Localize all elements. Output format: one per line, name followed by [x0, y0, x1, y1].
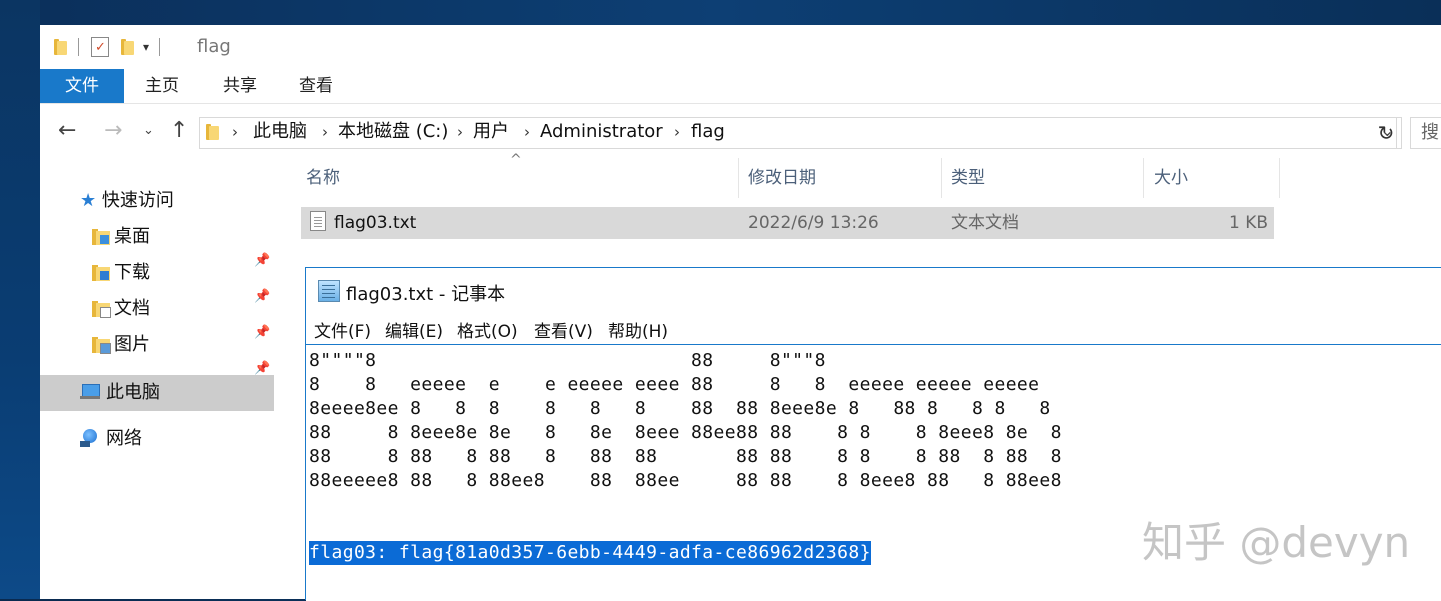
nav-network[interactable]: 网络	[80, 424, 142, 454]
ascii-art-line: 88 8 8eee8e 8e 8 8e 8eee 88ee88 88 8 8 8…	[309, 422, 1062, 443]
file-date: 2022/6/9 13:26	[748, 213, 879, 233]
menu-file[interactable]: 文件(F)	[314, 317, 371, 342]
menu-help[interactable]: 帮助(H)	[608, 317, 668, 342]
breadcrumb-this-pc[interactable]: 此电脑	[253, 121, 307, 143]
new-folder-icon[interactable]	[121, 38, 135, 56]
watermark: 知乎 @devyn	[1142, 518, 1411, 567]
search-input[interactable]: 搜	[1410, 117, 1441, 149]
breadcrumb-users[interactable]: 用户	[473, 121, 509, 143]
notepad-title: flag03.txt - 记事本	[346, 284, 506, 305]
breadcrumb-separator-icon[interactable]: ›	[232, 121, 238, 143]
flag-line-selected: flag03: flag{81a0d357-6ebb-4449-adfa-ce8…	[309, 541, 871, 565]
breadcrumb-flag[interactable]: flag	[691, 121, 725, 143]
ribbon-tabs: 文件 主页 共享 查看	[40, 69, 1441, 104]
folder-icon	[54, 38, 68, 56]
nav-quick-access[interactable]: ★ 快速访问	[80, 186, 174, 216]
breadcrumb-separator-icon[interactable]: ›	[322, 121, 328, 143]
column-divider[interactable]	[1279, 158, 1280, 198]
refresh-icon[interactable]: ↻	[1371, 117, 1402, 149]
file-size: 1 KB	[1228, 213, 1268, 233]
column-header-date[interactable]: 修改日期	[748, 158, 816, 198]
nav-item-downloads[interactable]: 下载	[92, 258, 150, 288]
column-header-name[interactable]: 名称	[306, 158, 340, 198]
file-row[interactable]: flag03.txt 2022/6/9 13:26 文本文档 1 KB	[301, 207, 1274, 239]
computer-icon	[80, 384, 100, 400]
breadcrumb-separator-icon[interactable]: ›	[457, 121, 463, 143]
column-header-size[interactable]: 大小	[1154, 158, 1188, 198]
desktop-background-left	[0, 0, 40, 599]
file-name: flag03.txt	[334, 213, 417, 233]
ascii-art-line: 88 8 88 8 88 8 88 88 88 88 8 8 8 88 8 88…	[309, 446, 1062, 467]
breadcrumb-separator-icon[interactable]: ›	[674, 121, 680, 143]
file-type: 文本文档	[951, 213, 1019, 233]
nav-label: 快速访问	[101, 190, 174, 211]
column-divider[interactable]	[941, 158, 942, 198]
breadcrumb-separator-icon[interactable]: ›	[524, 121, 530, 143]
navigation-bar: ← → ⌄ ↑ › 此电脑 › 本地磁盘 (C:) › 用户 › Adminis…	[40, 104, 1441, 158]
nav-this-pc[interactable]: 此电脑	[40, 375, 274, 411]
nav-label: 此电脑	[106, 382, 160, 403]
nav-label: 图片	[114, 334, 150, 355]
title-divider	[159, 38, 161, 56]
ascii-art-line: 88eeeee8 88 8 88ee8 88 88ee 88 88 8 8eee…	[309, 470, 1062, 491]
network-icon	[80, 429, 100, 447]
tab-file[interactable]: 文件	[40, 69, 124, 103]
quick-access-toolbar: ✓ ▾	[54, 37, 161, 57]
sort-ascending-icon: ^	[510, 152, 522, 168]
forward-arrow-icon[interactable]: →	[104, 118, 122, 144]
ascii-art-line: 8 8 eeeee e e eeeee eeee 88 8 8 eeeee ee…	[309, 374, 1040, 395]
navigation-pane: ★ 快速访问 桌面 📌 下载 📌 文档 📌 图片 📌 此电脑 网络	[40, 158, 274, 599]
title-bar: ✓ ▾ flag	[40, 25, 1441, 69]
address-folder-icon	[206, 123, 220, 141]
menu-edit[interactable]: 编辑(E)	[385, 317, 443, 342]
nav-item-desktop[interactable]: 桌面	[92, 222, 150, 252]
notepad-menu-bar: 文件(F) 编辑(E) 格式(O) 查看(V) 帮助(H)	[306, 312, 1441, 344]
menu-view[interactable]: 查看(V)	[534, 317, 593, 342]
nav-item-documents[interactable]: 文档	[92, 294, 150, 324]
nav-label: 网络	[106, 428, 142, 449]
menu-format[interactable]: 格式(O)	[457, 317, 518, 342]
column-divider[interactable]	[1143, 158, 1144, 198]
nav-item-pictures[interactable]: 图片	[92, 330, 150, 360]
notepad-icon	[318, 280, 340, 302]
documents-folder-icon	[92, 299, 111, 318]
desktop-background-top	[0, 0, 1441, 25]
pictures-folder-icon	[92, 335, 111, 354]
star-icon: ★	[80, 190, 97, 211]
column-header-type[interactable]: 类型	[951, 158, 985, 198]
nav-label: 桌面	[114, 226, 150, 247]
nav-label: 下载	[114, 262, 150, 283]
pin-icon[interactable]: 📌	[254, 325, 270, 340]
ascii-art-line: 8""""8 88 8"""8	[309, 350, 826, 371]
breadcrumb-local-disk[interactable]: 本地磁盘 (C:)	[338, 121, 448, 143]
text-file-icon	[310, 211, 326, 231]
tab-home[interactable]: 主页	[132, 69, 192, 103]
properties-check-icon[interactable]: ✓	[91, 37, 109, 57]
notepad-title-bar: flag03.txt - 记事本	[306, 268, 1441, 312]
nav-label: 文档	[114, 298, 150, 319]
downloads-folder-icon	[92, 263, 110, 281]
address-bar[interactable]: › 此电脑 › 本地磁盘 (C:) › 用户 › Administrator ›…	[199, 117, 1397, 149]
up-arrow-icon[interactable]: ↑	[170, 118, 188, 144]
breadcrumb-administrator[interactable]: Administrator	[540, 121, 663, 143]
desktop-folder-icon	[92, 227, 110, 245]
recent-locations-chevron-icon[interactable]: ⌄	[143, 118, 154, 144]
pin-icon[interactable]: 📌	[254, 289, 270, 304]
toolbar-divider	[78, 38, 79, 56]
file-name-cell: flag03.txt	[310, 207, 416, 239]
column-divider[interactable]	[738, 158, 739, 198]
tab-share[interactable]: 共享	[210, 69, 270, 103]
pin-icon[interactable]: 📌	[254, 361, 270, 376]
ascii-art-line: 8eeee8ee 8 8 8 8 8 8 88 88 8eee8e 8 88 8…	[309, 398, 1051, 419]
pin-icon[interactable]: 📌	[254, 253, 270, 268]
customize-toolbar-arrow-icon[interactable]: ▾	[143, 40, 149, 54]
window-title: flag	[197, 36, 231, 57]
back-arrow-icon[interactable]: ←	[58, 118, 76, 144]
tab-view[interactable]: 查看	[286, 69, 346, 103]
